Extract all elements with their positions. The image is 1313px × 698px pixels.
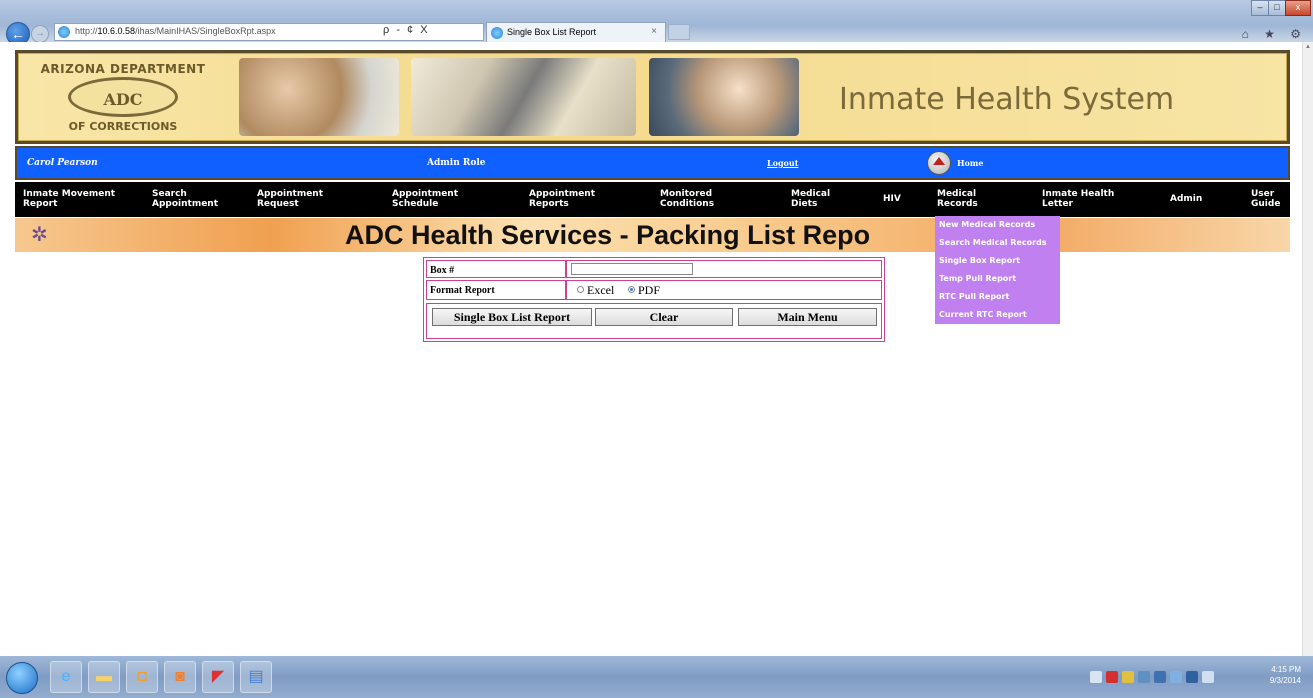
forward-arrow-icon: → [35, 28, 45, 39]
taskbar-acrobat-icon[interactable]: ◤ [202, 661, 234, 693]
box-number-input[interactable] [571, 263, 693, 275]
dropdown-item-rtc-pull-report[interactable]: RTC Pull Report [939, 292, 1009, 301]
taskbar-internet-explorer-icon[interactable]: e [50, 661, 82, 693]
banner-inner: ARIZONA DEPARTMENT ADC OF CORRECTIONS In… [18, 53, 1287, 141]
address-search-refresh-stop-buttons[interactable]: ρ - ¢ X [383, 24, 430, 36]
menu-monitored-conditions[interactable]: Monitored Conditions [660, 189, 714, 209]
browser-chrome: ← → http://10.6.0.58/ihas/MainIHAS/Singl… [0, 0, 1313, 46]
tray-icon-3[interactable] [1122, 671, 1134, 683]
single-box-report-form: Box # Format Report Excel PDF Single Box… [423, 257, 885, 342]
dropdown-item-new-medical-records[interactable]: New Medical Records [939, 220, 1035, 229]
home-link[interactable]: Home [957, 158, 983, 168]
start-button[interactable] [6, 662, 38, 694]
user-bar: Carol Pearson Admin Role Logout Home [15, 146, 1290, 180]
address-url: http://10.6.0.58/ihas/MainIHAS/SingleBox… [75, 26, 276, 36]
home-icon[interactable] [927, 151, 951, 175]
tab-close-icon[interactable]: × [651, 26, 657, 37]
user-role: Admin Role [427, 158, 486, 168]
site-favicon-icon [58, 26, 70, 38]
minimize-button[interactable]: – [1251, 0, 1269, 16]
tray-icon-2[interactable] [1106, 671, 1118, 683]
tray-icon-5[interactable] [1154, 671, 1166, 683]
new-tab-button[interactable] [668, 24, 690, 40]
menu-inmate-movement-report[interactable]: Inmate Movement Report [23, 189, 115, 209]
menu-admin[interactable]: Admin [1170, 194, 1202, 204]
format-report-cell: Excel PDF [566, 280, 882, 300]
page-header-band: ✲ ADC Health Services - Packing List Rep… [15, 218, 1290, 252]
dropdown-item-search-medical-records[interactable]: Search Medical Records [939, 238, 1047, 247]
browser-tab-active[interactable]: Single Box List Report × [486, 22, 666, 42]
taskbar-folder-icon[interactable]: ▬ [88, 661, 120, 693]
format-report-label: Format Report [426, 280, 566, 300]
tray-network-icon[interactable] [1186, 671, 1198, 683]
medical-records-dropdown: New Medical Records Search Medical Recor… [935, 216, 1060, 324]
current-user: Carol Pearson [27, 158, 98, 168]
dropdown-item-single-box-report[interactable]: Single Box Report [939, 256, 1020, 265]
menu-appointment-reports[interactable]: Appointment Reports [529, 189, 595, 209]
menu-hiv[interactable]: HIV [883, 194, 901, 204]
scroll-up-icon[interactable]: ▲ [1305, 44, 1311, 50]
logo-emblem: ADC [68, 77, 178, 117]
menu-appointment-schedule[interactable]: Appointment Schedule [392, 189, 458, 209]
close-window-button[interactable]: x [1285, 0, 1311, 16]
back-arrow-icon: ← [11, 26, 25, 42]
taskbar-outlook-icon[interactable]: ◘ [126, 661, 158, 693]
menu-inmate-health-letter[interactable]: Inmate Health Letter [1042, 189, 1114, 209]
tray-icon-1[interactable] [1090, 671, 1102, 683]
taskbar-app-icon[interactable]: ◙ [164, 661, 196, 693]
banner-photo-nurse [649, 58, 799, 136]
tray-icon-4[interactable] [1138, 671, 1150, 683]
site-banner: ARIZONA DEPARTMENT ADC OF CORRECTIONS In… [15, 50, 1290, 144]
menu-search-appointment[interactable]: Search Appointment [152, 189, 218, 209]
browser-tools-icons[interactable]: ⌂ ★ ⚙ [1242, 27, 1307, 41]
box-number-cell [566, 260, 882, 278]
logout-link[interactable]: Logout [767, 158, 798, 168]
form-buttons-row: Single Box List Report Clear Main Menu [426, 303, 882, 339]
box-number-label: Box # [426, 260, 566, 278]
menu-medical-records[interactable]: Medical Records [937, 189, 978, 209]
main-menu-bar: Inmate Movement Report Search Appointment … [15, 182, 1290, 217]
system-title: Inmate Health System [839, 82, 1175, 117]
main-menu-button[interactable]: Main Menu [738, 308, 877, 326]
window-controls: – □ x [1251, 0, 1311, 16]
dropdown-item-current-rtc-report[interactable]: Current RTC Report [939, 310, 1027, 319]
tray-icon-6[interactable] [1170, 671, 1182, 683]
menu-medical-diets[interactable]: Medical Diets [791, 189, 830, 209]
banner-photo-appointments [411, 58, 636, 136]
format-pdf-radio[interactable] [628, 286, 635, 293]
forward-button[interactable]: → [31, 25, 49, 43]
windows-taskbar: e ▬ ◘ ◙ ◤ ▤ 4:15 PM 9/3/2014 [0, 656, 1313, 698]
tray-volume-icon[interactable] [1202, 671, 1214, 683]
logo-emblem-text: ADC [103, 90, 143, 109]
maximize-button[interactable]: □ [1268, 0, 1286, 16]
taskbar-clock[interactable]: 4:15 PM 9/3/2014 [1270, 664, 1301, 686]
dropdown-item-temp-pull-report[interactable]: Temp Pull Report [939, 274, 1016, 283]
tab-favicon-icon [491, 27, 503, 39]
vertical-scrollbar[interactable]: ▲ [1302, 42, 1313, 656]
logo-bottom-text: OF CORRECTIONS [68, 120, 178, 133]
format-pdf-label[interactable]: PDF [638, 283, 660, 298]
tab-title: Single Box List Report [507, 27, 597, 37]
user-bar-inner: Carol Pearson Admin Role Logout Home [17, 148, 1288, 178]
single-box-list-report-button[interactable]: Single Box List Report [432, 308, 592, 326]
format-excel-radio[interactable] [577, 286, 584, 293]
taskbar-word-icon[interactable]: ▤ [240, 661, 272, 693]
banner-photo-doctor [239, 58, 399, 136]
format-excel-label[interactable]: Excel [587, 283, 614, 298]
page-title: ADC Health Services - Packing List Repo [345, 220, 871, 250]
menu-appointment-request[interactable]: Appointment Request [257, 189, 323, 209]
logo-top-text: ARIZONA DEPARTMENT [40, 62, 206, 76]
web-page: ▲ ARIZONA DEPARTMENT ADC OF CORRECTIONS … [0, 42, 1313, 656]
menu-user-guide[interactable]: User Guide [1251, 189, 1280, 209]
gear-icon: ✲ [31, 224, 48, 246]
system-tray [1090, 670, 1240, 684]
clear-button[interactable]: Clear [595, 308, 733, 326]
adc-logo: ARIZONA DEPARTMENT ADC OF CORRECTIONS [33, 62, 213, 134]
